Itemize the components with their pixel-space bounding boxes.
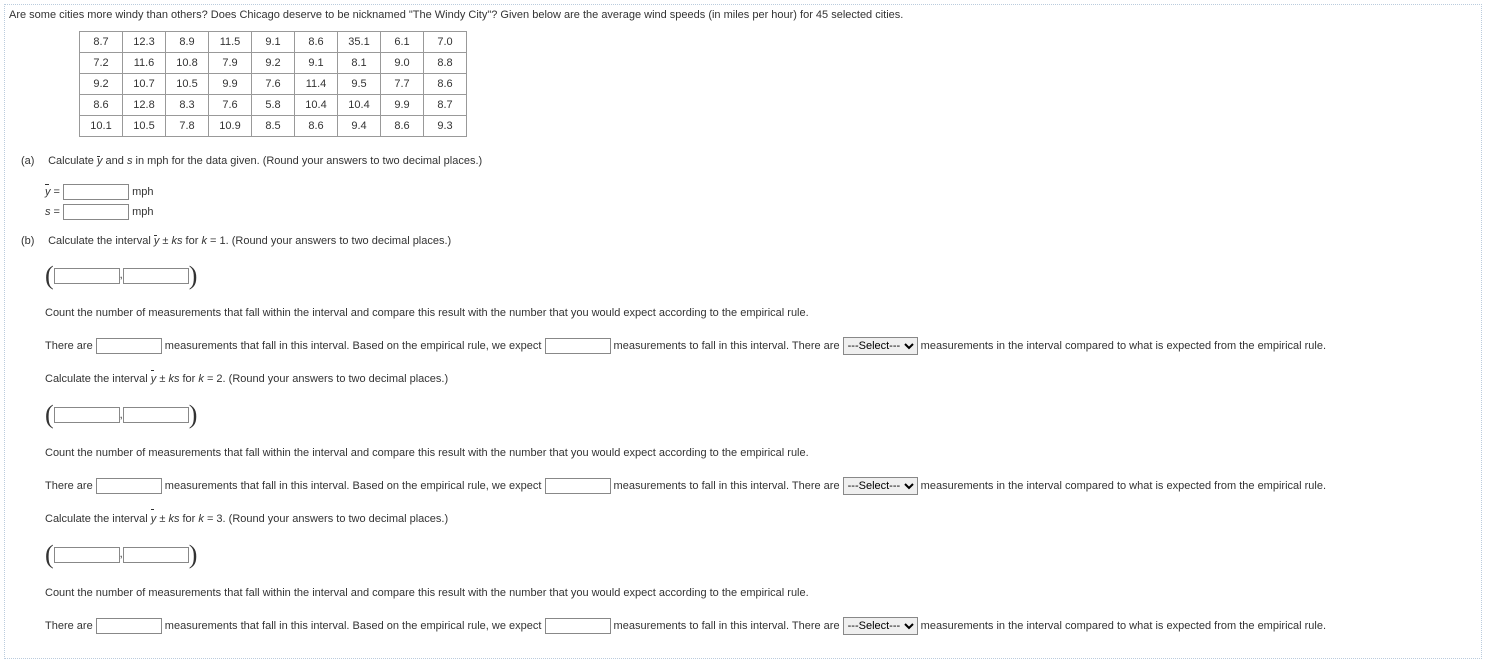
data-cell: 10.8 [166,53,209,74]
data-cell: 5.8 [252,95,295,116]
interval-k2-high[interactable] [123,407,189,423]
data-cell: 8.6 [295,116,338,137]
count-actual-k2[interactable] [96,478,162,494]
data-cell: 9.9 [381,95,424,116]
count-actual-k3[interactable] [96,618,162,634]
data-cell: 10.4 [295,95,338,116]
data-cell: 10.4 [338,95,381,116]
data-cell: 9.4 [338,116,381,137]
data-cell: 7.2 [80,53,123,74]
count-instr-k3: Count the number of measurements that fa… [45,583,1477,604]
data-cell: 7.8 [166,116,209,137]
part-b-k2-text: Calculate the interval y ± ks for k = 2.… [45,369,1477,390]
count-instr-k2: Count the number of measurements that fa… [45,443,1477,464]
data-cell: 8.1 [338,53,381,74]
count-expected-k2[interactable] [545,478,611,494]
s-equation: s = mph [45,203,1477,223]
data-cell: 10.9 [209,116,252,137]
data-cell: 7.6 [209,95,252,116]
data-cell: 11.6 [123,53,166,74]
data-cell: 10.1 [80,116,123,137]
data-cell: 10.5 [123,116,166,137]
data-cell: 35.1 [338,32,381,53]
data-cell: 7.0 [424,32,467,53]
count-instr-k1: Count the number of measurements that fa… [45,303,1477,324]
count-answer-k3: There are measurements that fall in this… [45,616,1477,637]
interval-k3-low[interactable] [54,547,120,563]
question-intro: Are some cities more windy than others? … [9,9,1477,21]
count-expected-k3[interactable] [545,618,611,634]
part-b-k1-text: Calculate the interval y ± ks for k = 1.… [48,235,1474,247]
data-cell: 12.8 [123,95,166,116]
data-cell: 9.1 [295,53,338,74]
interval-k3: ( , ) [45,542,197,568]
data-cell: 9.9 [209,74,252,95]
data-cell: 8.6 [80,95,123,116]
data-cell: 8.6 [424,74,467,95]
interval-k3-high[interactable] [123,547,189,563]
count-expected-k1[interactable] [545,338,611,354]
ybar-equation: y = mph [45,183,1477,203]
data-cell: 11.4 [295,74,338,95]
data-cell: 10.7 [123,74,166,95]
data-table: 8.712.38.911.59.18.635.16.17.07.211.610.… [79,31,467,137]
part-a-label: (a) [21,155,45,167]
count-actual-k1[interactable] [96,338,162,354]
data-cell: 11.5 [209,32,252,53]
count-answer-k2: There are measurements that fall in this… [45,476,1477,497]
part-b-k3-text: Calculate the interval y ± ks for k = 3.… [45,509,1477,530]
compare-select-k2[interactable]: ---Select--- [843,477,918,495]
data-cell: 8.7 [80,32,123,53]
count-answer-k1: There are measurements that fall in this… [45,336,1477,357]
interval-k2-low[interactable] [54,407,120,423]
data-cell: 8.7 [424,95,467,116]
part-a-text: Calculate y and s in mph for the data gi… [48,155,1474,167]
data-cell: 7.7 [381,74,424,95]
data-cell: 8.6 [295,32,338,53]
data-cell: 6.1 [381,32,424,53]
data-cell: 10.5 [166,74,209,95]
data-cell: 7.9 [209,53,252,74]
compare-select-k1[interactable]: ---Select--- [843,337,918,355]
data-cell: 8.8 [424,53,467,74]
compare-select-k3[interactable]: ---Select--- [843,617,918,635]
s-input[interactable] [63,204,129,220]
data-cell: 9.2 [80,74,123,95]
data-cell: 8.3 [166,95,209,116]
data-cell: 8.5 [252,116,295,137]
data-cell: 9.1 [252,32,295,53]
data-cell: 7.6 [252,74,295,95]
data-cell: 9.5 [338,74,381,95]
data-cell: 9.0 [381,53,424,74]
interval-k1-high[interactable] [123,268,189,284]
data-cell: 8.6 [381,116,424,137]
interval-k1-low[interactable] [54,268,120,284]
ybar-input[interactable] [63,184,129,200]
part-b-label: (b) [21,235,45,247]
data-cell: 8.9 [166,32,209,53]
interval-k2: ( , ) [45,402,197,428]
data-cell: 12.3 [123,32,166,53]
interval-k1: ( , ) [45,263,197,289]
data-cell: 9.3 [424,116,467,137]
data-cell: 9.2 [252,53,295,74]
